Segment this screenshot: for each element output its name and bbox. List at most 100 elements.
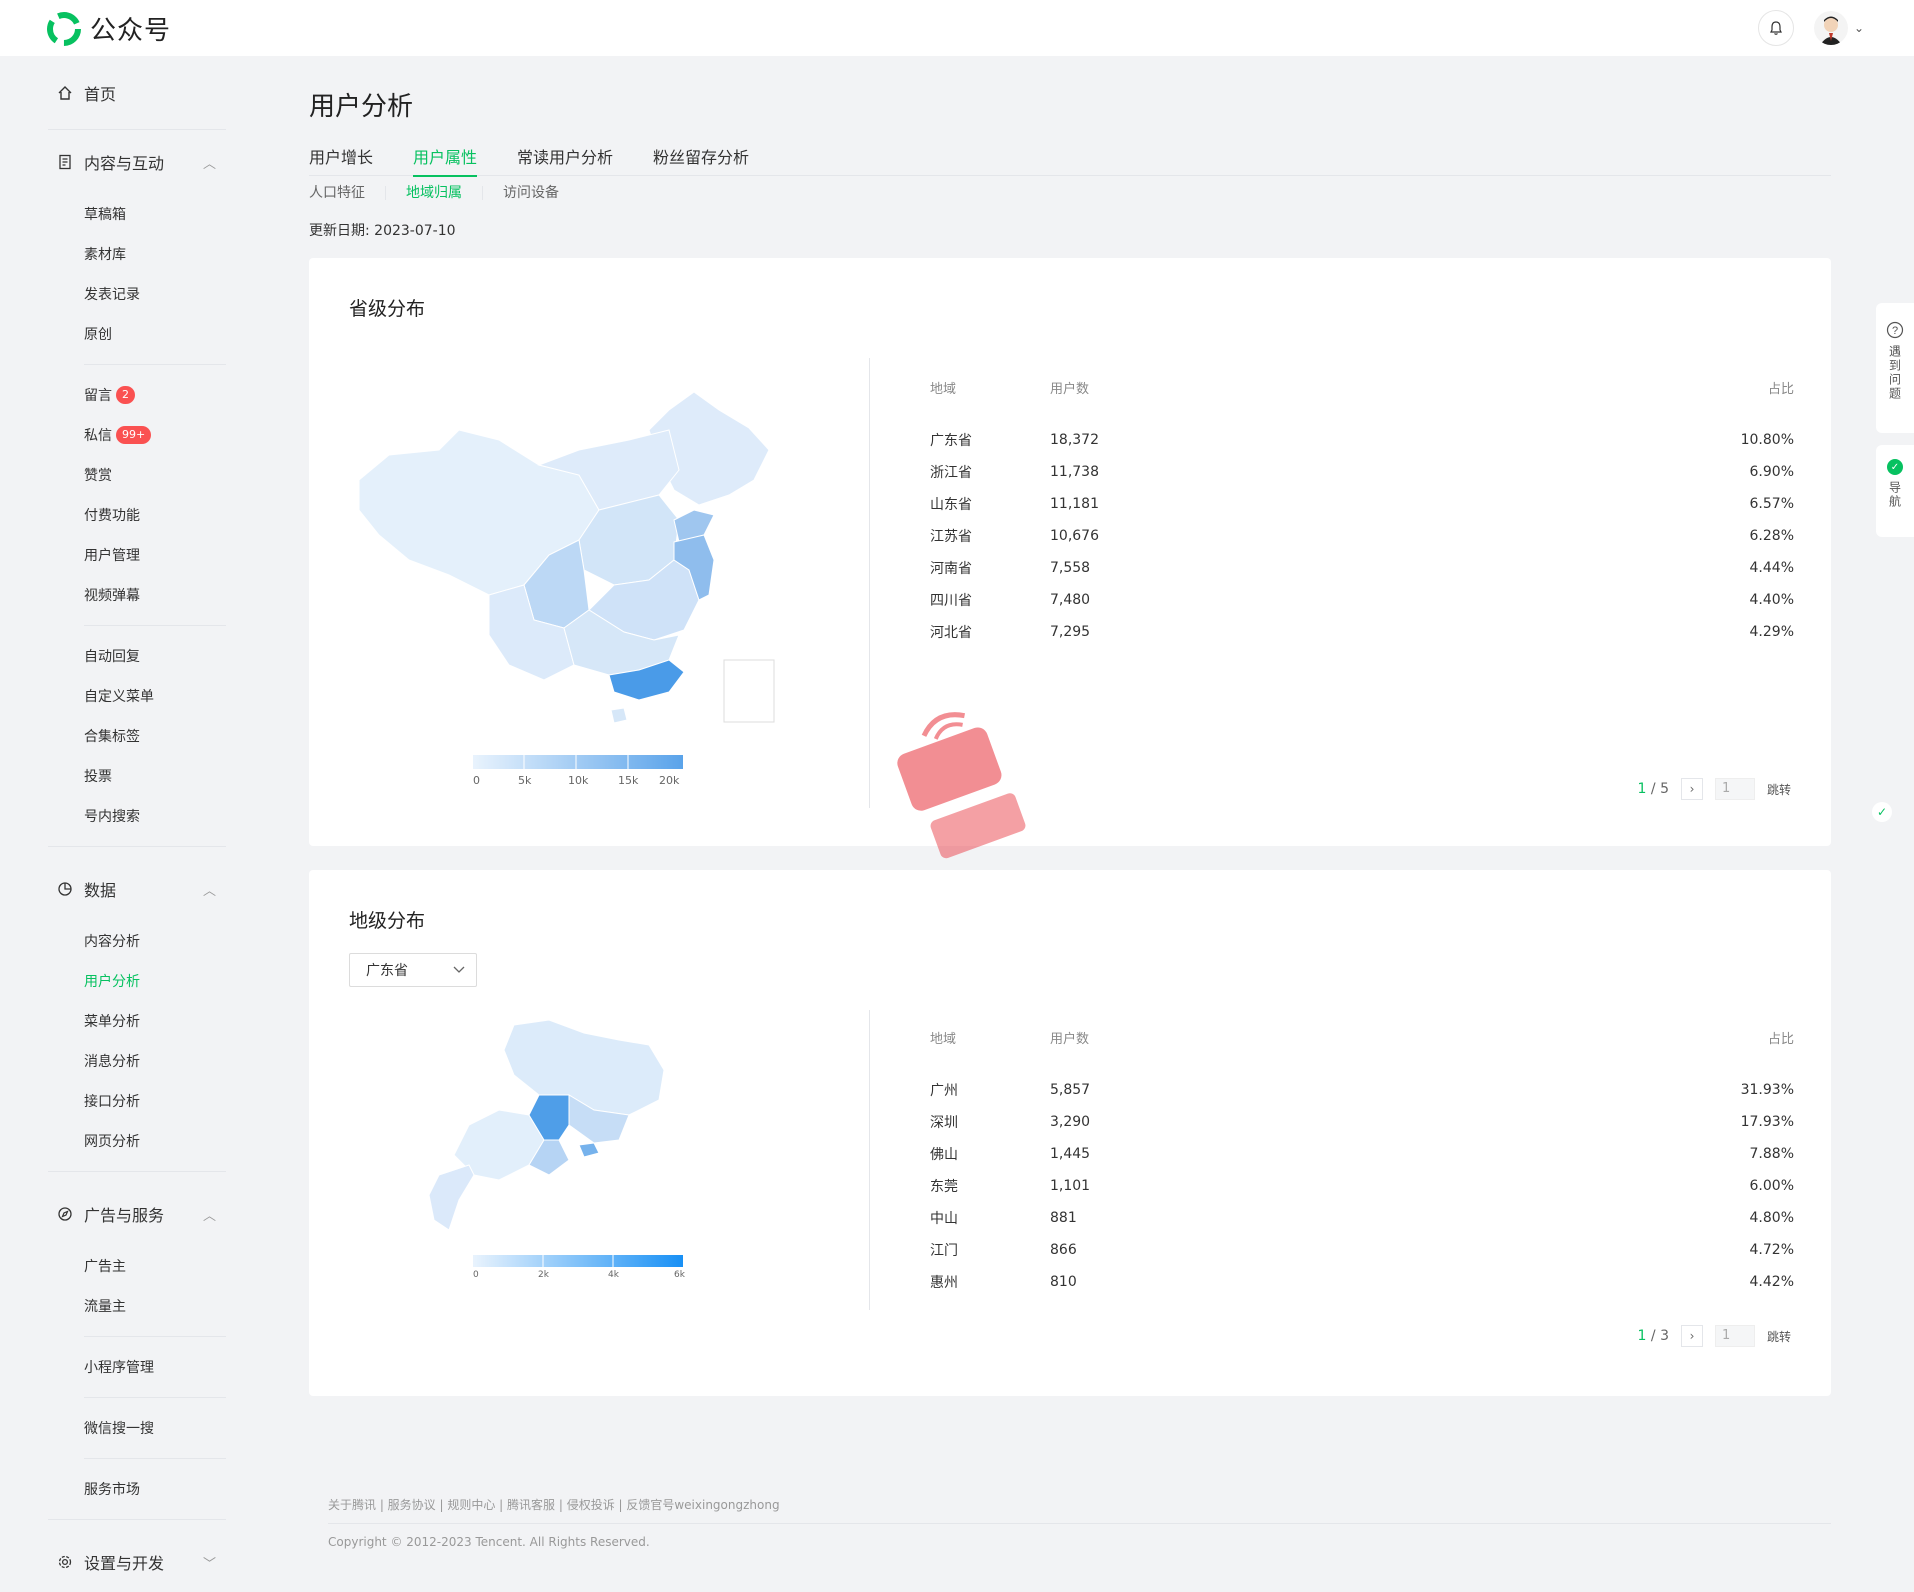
cell-share: 6.90% <box>1749 464 1794 480</box>
sidebar-item-auto-reply[interactable]: 自动回复 <box>84 636 226 676</box>
map-region-hainan <box>610 707 628 724</box>
sidebar-item-original[interactable]: 原创 <box>84 314 226 354</box>
sidebar-item-paid-features[interactable]: 付费功能 <box>84 495 226 535</box>
jump-button[interactable]: 跳转 <box>1767 1328 1791 1345</box>
city-color-legend <box>473 1255 683 1267</box>
sidebar-group-content[interactable]: 内容与互动 ︿ <box>48 130 226 194</box>
sidebar-item-appreciation[interactable]: 赞赏 <box>84 455 226 495</box>
sidebar-item-webpage-analysis[interactable]: 网页分析 <box>84 1121 226 1161</box>
sidebar-item-publisher[interactable]: 流量主 <box>84 1286 226 1326</box>
cell-region: 佛山 <box>930 1147 958 1163</box>
sidebar-item-vote[interactable]: 投票 <box>84 756 226 796</box>
sidebar-item-label: 首页 <box>84 84 117 104</box>
divider <box>84 1397 226 1398</box>
cell-users: 3,290 <box>1050 1114 1091 1130</box>
tab-frequent-readers[interactable]: 常读用户分析 <box>517 144 613 176</box>
sidebar-item-user-analysis[interactable]: 用户分析 <box>84 961 226 1001</box>
cell-share: 10.80% <box>1740 432 1794 448</box>
cell-region: 河南省 <box>930 561 972 577</box>
province-legend-labels: 0 5k 10k 15k 20k <box>473 774 685 788</box>
cell-share: 7.88% <box>1749 1146 1794 1162</box>
city-distribution-card: 地级分布 广东省 0 2k 4k 6k 地域 用户数 占比 广州 5,857 3… <box>309 870 1831 1396</box>
chevron-up-icon[interactable]: ︿ <box>203 880 216 899</box>
province-select[interactable]: 广东省 <box>349 953 477 987</box>
watermark-logo <box>897 712 1026 859</box>
sidebar-item-drafts[interactable]: 草稿箱 <box>84 194 226 234</box>
chevron-up-icon[interactable]: ︿ <box>203 1205 216 1224</box>
city-table: 地域 用户数 占比 广州 5,857 31.93% 深圳 3,290 17.93… <box>930 1028 1794 1298</box>
divider <box>84 625 226 626</box>
card-title: 地级分布 <box>349 910 426 932</box>
sidebar-item-menu-analysis[interactable]: 菜单分析 <box>84 1001 226 1041</box>
subtab-devices[interactable]: 访问设备 <box>482 186 579 200</box>
column-users: 用户数 <box>1050 382 1090 397</box>
sidebar-item-home[interactable]: 首页 <box>48 56 226 130</box>
cell-region: 浙江省 <box>930 465 972 481</box>
sidebar-group-ads[interactable]: 广告与服务 ︿ <box>48 1182 226 1246</box>
chevron-up-icon[interactable]: ︿ <box>203 153 216 172</box>
province-select-value: 广东省 <box>366 963 408 979</box>
cell-share: 4.42% <box>1749 1274 1794 1290</box>
sidebar-item-content-analysis[interactable]: 内容分析 <box>84 921 226 961</box>
cell-users: 7,295 <box>1050 624 1091 640</box>
total-pages: / 3 <box>1650 1328 1669 1344</box>
bell-icon <box>1769 21 1782 35</box>
sidebar-item-publish-records[interactable]: 发表记录 <box>84 274 226 314</box>
cell-share: 4.40% <box>1749 592 1794 608</box>
china-province-map[interactable] <box>349 370 809 740</box>
sidebar-item-video-danmaku[interactable]: 视频弹幕 <box>84 575 226 615</box>
footer-links[interactable]: 关于腾讯 | 服务协议 | 规则中心 | 腾讯客服 | 侵权投诉 | 反馈官号w… <box>328 1496 780 1513</box>
tab-user-growth[interactable]: 用户增长 <box>309 144 373 176</box>
sidebar-item-materials[interactable]: 素材库 <box>84 234 226 274</box>
next-page-button[interactable]: › <box>1680 778 1703 800</box>
sidebar-item-user-management[interactable]: 用户管理 <box>84 535 226 575</box>
notification-button[interactable] <box>1757 10 1794 46</box>
sidebar-item-service-market[interactable]: 服务市场 <box>84 1469 226 1509</box>
nav-float-button[interactable]: ✓ 导航 <box>1876 445 1914 537</box>
tab-user-attributes[interactable]: 用户属性 <box>413 144 478 177</box>
logo[interactable]: 公众号 <box>46 10 171 47</box>
cell-region: 河北省 <box>930 625 972 641</box>
sidebar-item-comments[interactable]: 留言 2 <box>84 375 226 415</box>
compass-icon <box>56 1205 74 1223</box>
subtab-region[interactable]: 地域归属 <box>385 186 482 200</box>
cell-region: 深圳 <box>930 1115 958 1131</box>
table-row: 河北省 7,295 4.29% <box>930 616 1794 648</box>
cell-users: 7,480 <box>1050 592 1091 608</box>
table-row: 中山 881 4.80% <box>930 1202 1794 1234</box>
sidebar-item-custom-menu[interactable]: 自定义菜单 <box>84 676 226 716</box>
subtab-demographics[interactable]: 人口特征 <box>309 186 385 200</box>
sidebar-item-wechat-search[interactable]: 微信搜一搜 <box>84 1408 226 1448</box>
sidebar-item-in-account-search[interactable]: 号内搜索 <box>84 796 226 836</box>
avatar[interactable] <box>1813 11 1848 45</box>
guangdong-city-map[interactable] <box>419 1015 719 1255</box>
nav-float-label: 导航 <box>1887 481 1902 509</box>
page-jump-input[interactable]: 1 <box>1714 1325 1755 1347</box>
sidebar-item-api-analysis[interactable]: 接口分析 <box>84 1081 226 1121</box>
next-page-button[interactable]: › <box>1680 1325 1703 1347</box>
tab-fan-retention[interactable]: 粉丝留存分析 <box>653 144 749 176</box>
help-float-button[interactable]: ? 遇到问题 <box>1876 303 1914 433</box>
table-row: 广州 5,857 31.93% <box>930 1074 1794 1106</box>
cell-users: 881 <box>1050 1210 1077 1226</box>
cell-share: 6.28% <box>1749 528 1794 544</box>
jump-button[interactable]: 跳转 <box>1767 781 1791 798</box>
sidebar-item-collection-tags[interactable]: 合集标签 <box>84 716 226 756</box>
province-pagination: 1 / 5 › 1 跳转 <box>1638 778 1791 800</box>
sidebar-group-data[interactable]: 数据 ︿ <box>48 857 226 921</box>
app-title: 公众号 <box>90 16 172 46</box>
current-page: 1 <box>1637 781 1647 797</box>
sidebar-item-miniprogram[interactable]: 小程序管理 <box>84 1347 226 1387</box>
page-title: 用户分析 <box>309 92 414 122</box>
sidebar-item-advertiser[interactable]: 广告主 <box>84 1246 226 1286</box>
chevron-down-icon[interactable]: ⌄ <box>1854 21 1864 35</box>
page-jump-input[interactable]: 1 <box>1714 778 1755 800</box>
south-china-sea-inset <box>723 659 775 723</box>
sidebar-item-messages[interactable]: 私信 99+ <box>84 415 226 455</box>
cell-region: 东莞 <box>930 1179 958 1195</box>
current-page: 1 <box>1637 1328 1647 1344</box>
chevron-down-icon[interactable]: ﹀ <box>203 1553 216 1572</box>
sidebar-item-message-analysis[interactable]: 消息分析 <box>84 1041 226 1081</box>
sidebar-group-label: 数据 <box>84 881 117 900</box>
sidebar-group-settings[interactable]: 设置与开发 ﹀ <box>48 1530 226 1592</box>
